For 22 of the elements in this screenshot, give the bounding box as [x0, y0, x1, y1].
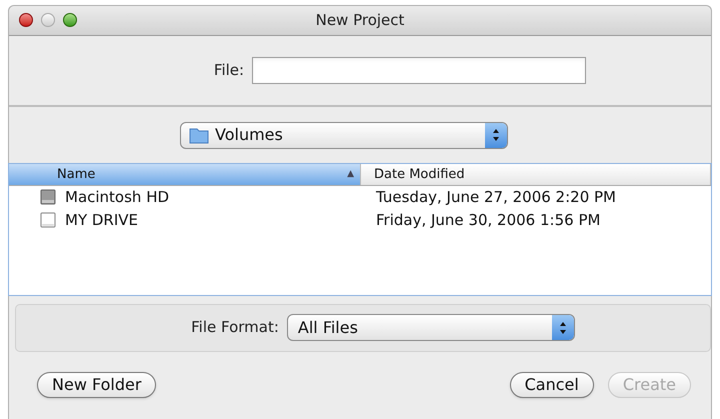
field-label: File: — [214, 60, 244, 82]
zoom-icon[interactable] — [63, 13, 77, 28]
field-label: File Format: — [191, 317, 279, 338]
date-modified: Friday, June 30, 2006 1:56 PM — [375, 210, 600, 232]
drive-icon — [39, 211, 57, 230]
file-name[interactable]: Macintosh HD — [65, 186, 170, 209]
location-popup[interactable]: Volumes — [180, 122, 508, 149]
file-name[interactable]: MY DRIVE — [65, 209, 138, 232]
window-title: New Project — [316, 10, 404, 32]
date-modified: Tuesday, June 27, 2006 2:20 PM — [375, 187, 616, 208]
format-popup[interactable]: All Files — [286, 314, 575, 342]
column-header[interactable]: Name ▲ — [9, 164, 361, 185]
file-name-field[interactable] — [252, 57, 586, 84]
push-button[interactable]: New Folder — [37, 372, 156, 398]
sort-arrow: ▲ — [347, 168, 354, 181]
stepper-icon — [485, 122, 507, 148]
close-icon[interactable] — [19, 13, 33, 28]
stepper-icon — [552, 315, 574, 340]
push-button[interactable]: Cancel — [510, 372, 594, 398]
column-header[interactable]: Date Modified — [361, 164, 711, 185]
folder-icon — [189, 126, 209, 144]
hard-drive-icon — [39, 188, 57, 206]
